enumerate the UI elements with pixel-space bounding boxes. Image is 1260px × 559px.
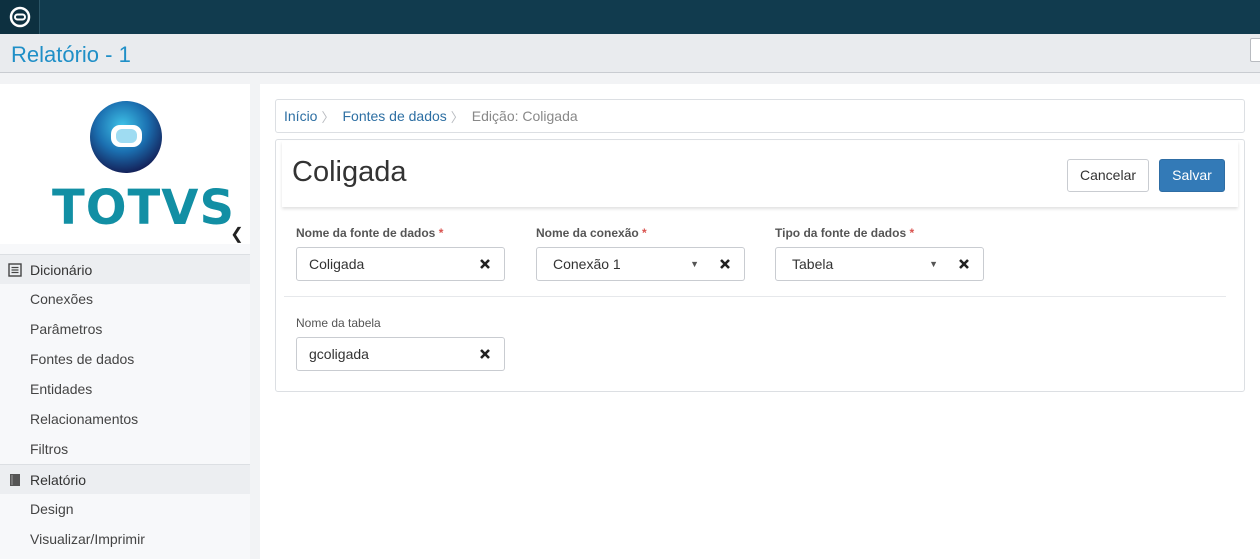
- caret-down-icon: ▼: [929, 259, 938, 269]
- data-source-type-value: Tabela: [792, 256, 834, 272]
- sidebar-item-parametros[interactable]: Parâmetros: [0, 314, 250, 344]
- required-marker: *: [642, 226, 647, 240]
- sidebar-item-filtros[interactable]: Filtros: [0, 434, 250, 464]
- data-source-name-label: Nome da fonte de dados *: [296, 226, 444, 240]
- data-source-name-input[interactable]: Coligada: [296, 247, 466, 281]
- sidebar-item-entidades[interactable]: Entidades: [0, 374, 250, 404]
- table-name-input[interactable]: gcoligada: [296, 337, 466, 371]
- sidebar-item-relacionamentos[interactable]: Relacionamentos: [0, 404, 250, 434]
- breadcrumb-current: Edição: Coligada: [471, 108, 578, 124]
- book-icon: [10, 473, 20, 486]
- breadcrumb-link-fontes-de-dados[interactable]: Fontes de dados: [342, 108, 446, 124]
- logo-area: TOTVS ❮: [0, 84, 250, 244]
- save-button[interactable]: Salvar: [1159, 159, 1225, 192]
- sidebar-collapse-button[interactable]: ❮: [226, 226, 248, 244]
- list-icon: [8, 262, 22, 277]
- breadcrumb: Início 〉 Fontes de dados 〉 Edição: Colig…: [275, 99, 1245, 133]
- clear-data-source-name-button[interactable]: [465, 247, 505, 281]
- form-divider: [284, 296, 1226, 297]
- breadcrumb-separator: 〉: [321, 109, 335, 125]
- close-icon: [479, 259, 490, 269]
- window-title: Relatório - 1: [11, 42, 131, 67]
- data-source-type-select[interactable]: Tabela ▼: [775, 247, 945, 281]
- clear-data-source-type-button[interactable]: [944, 247, 984, 281]
- brand-logo-text: TOTVS: [52, 180, 236, 236]
- table-name-label: Nome da tabela: [296, 316, 381, 330]
- totvs-mark-icon: [9, 6, 30, 28]
- totvs-globe-icon: [90, 101, 162, 173]
- required-marker: *: [909, 226, 915, 240]
- cancel-button[interactable]: Cancelar: [1067, 159, 1149, 192]
- sidebar-item-fontes-de-dados[interactable]: Fontes de dados: [0, 344, 250, 374]
- clear-table-name-button[interactable]: [465, 337, 505, 371]
- connection-name-label: Nome da conexão *: [536, 226, 647, 240]
- close-icon: [958, 259, 969, 269]
- sidebar-group-label: Relatório: [30, 471, 87, 488]
- required-marker: *: [438, 226, 444, 240]
- sidebar-group-label: Dicionário: [30, 261, 93, 278]
- sidebar: TOTVS ❮ Dicionário Conexões Parâmetros F…: [0, 84, 250, 559]
- sidebar-item-visualizar-imprimir[interactable]: Visualizar/Imprimir: [0, 524, 250, 554]
- window-control-button[interactable]: [1250, 38, 1260, 62]
- sidebar-item-design[interactable]: Design: [0, 494, 250, 524]
- sidebar-item-conexoes[interactable]: Conexões: [0, 284, 250, 314]
- clear-connection-name-button[interactable]: [705, 247, 745, 281]
- caret-down-icon: ▼: [690, 259, 699, 269]
- page-title: Coligada: [292, 156, 407, 188]
- data-source-type-label: Tipo da fonte de dados *: [775, 226, 915, 240]
- close-icon: [479, 349, 490, 359]
- connection-name-value: Conexão 1: [553, 256, 621, 272]
- breadcrumb-separator: 〉: [450, 109, 464, 125]
- app-menu-button[interactable]: [0, 0, 40, 34]
- chevron-left-icon: ❮: [230, 226, 244, 243]
- connection-name-select[interactable]: Conexão 1 ▼: [536, 247, 706, 281]
- sidebar-group-relatorio[interactable]: Relatório: [0, 464, 250, 494]
- breadcrumb-link-inicio[interactable]: Início: [284, 108, 317, 124]
- form-header: Coligada Cancelar Salvar: [282, 141, 1238, 207]
- sidebar-group-dicionario[interactable]: Dicionário: [0, 254, 250, 284]
- close-icon: [719, 259, 730, 269]
- title-bar: Relatório - 1: [0, 34, 1260, 73]
- top-bar: [0, 0, 1260, 34]
